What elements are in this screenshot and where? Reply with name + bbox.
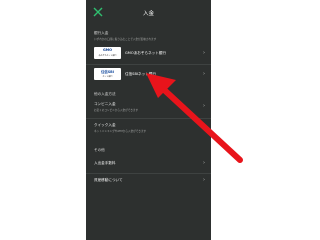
red-arrow-annotation bbox=[146, 73, 243, 163]
